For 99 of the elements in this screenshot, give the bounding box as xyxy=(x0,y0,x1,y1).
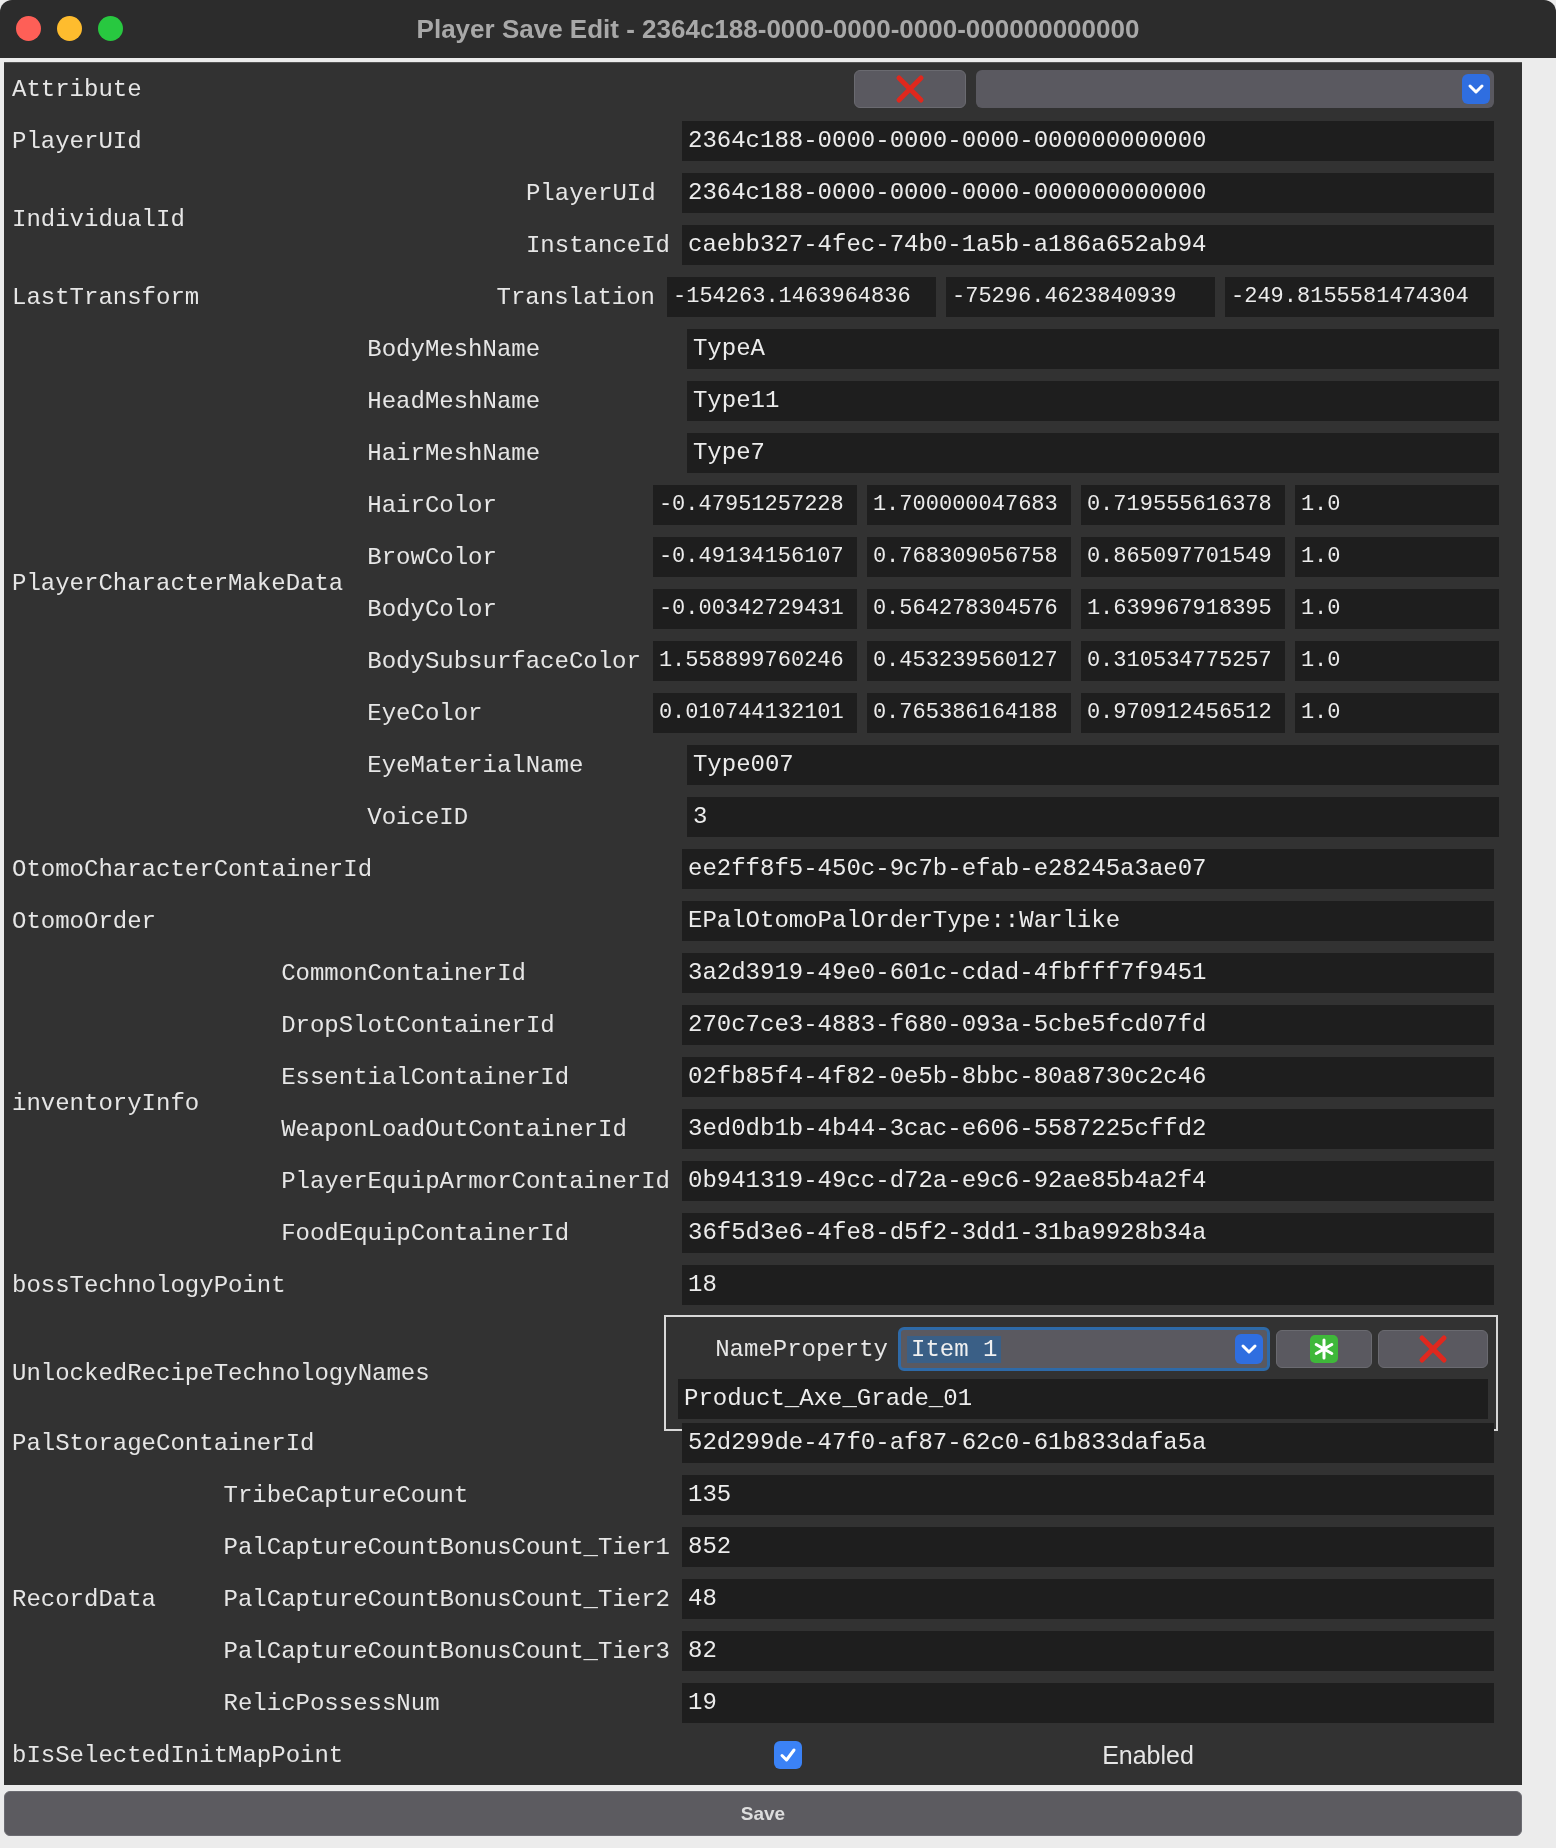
text-field[interactable]: 02fb85f4-4f82-0e5b-8bbc-80a8730c2c46 xyxy=(682,1057,1494,1097)
text-field[interactable]: 852 xyxy=(682,1527,1494,1567)
field-label: VoiceID xyxy=(367,803,470,831)
text-field[interactable]: 0.765386164188 xyxy=(866,693,1071,733)
text-field[interactable]: 1.0 xyxy=(1294,537,1499,577)
text-field[interactable]: ee2ff8f5-450c-9c7b-efab-e28245a3ae07 xyxy=(682,849,1494,889)
text-field[interactable]: -154263.1463964836 xyxy=(667,277,936,317)
checkbox[interactable] xyxy=(774,1741,802,1769)
field-label: UnlockedRecipeTechnologyNames xyxy=(12,1359,431,1387)
group-label: RecordData xyxy=(12,1585,157,1613)
chevron-down-icon xyxy=(1235,1334,1263,1364)
text-field[interactable]: 1.639967918395 xyxy=(1080,589,1285,629)
text-field[interactable]: 18 xyxy=(682,1265,1494,1305)
field-label: EyeColor xyxy=(367,699,484,727)
text-field[interactable]: -0.47951257228 xyxy=(652,485,857,525)
text-field[interactable]: -0.00342729431 xyxy=(652,589,857,629)
group-label: LastTransform xyxy=(12,283,200,311)
save-button[interactable]: Save xyxy=(4,1791,1522,1836)
text-field[interactable]: 1.0 xyxy=(1294,589,1499,629)
field-label: PalCaptureCountBonusCount_Tier3 xyxy=(223,1637,670,1665)
text-field[interactable]: 2364c188-0000-0000-0000-000000000000 xyxy=(682,121,1494,161)
field-label: Attribute xyxy=(12,75,143,103)
field-label: InstanceId xyxy=(525,231,670,259)
text-field[interactable]: 36f5d3e6-4fe8-d5f2-3dd1-31ba9928b34a xyxy=(682,1213,1494,1253)
field-label: PalCaptureCountBonusCount_Tier2 xyxy=(223,1585,670,1613)
text-field[interactable]: 0b941319-49cc-d72a-e9c6-92ae85b4a2f4 xyxy=(682,1161,1494,1201)
window-title: Player Save Edit - 2364c188-0000-0000-0000-000000000000 xyxy=(416,13,1140,44)
group-label: PlayerCharacterMakeData xyxy=(12,569,344,597)
field-label: BodyMeshName xyxy=(367,335,542,363)
field-label: EyeMaterialName xyxy=(367,751,585,779)
text-field[interactable]: 52d299de-47f0-af87-62c0-61b833dafa5a xyxy=(682,1423,1494,1463)
text-field[interactable]: -0.49134156107 xyxy=(652,537,857,577)
field-label: WeaponLoadOutContainerId xyxy=(281,1115,628,1143)
text-field[interactable]: 0.768309056758 xyxy=(866,537,1071,577)
text-field[interactable]: 19 xyxy=(682,1683,1494,1723)
text-field[interactable]: 0.970912456512 xyxy=(1080,693,1285,733)
text-field[interactable]: 0.719555616378 xyxy=(1080,485,1285,525)
text-field[interactable]: Type007 xyxy=(686,745,1499,785)
text-field[interactable]: 3a2d3919-49e0-601c-cdad-4fbfff7f9451 xyxy=(682,953,1494,993)
text-field[interactable]: 82 xyxy=(682,1631,1494,1671)
x-mark-icon xyxy=(895,74,925,104)
field-label: PlayerUId xyxy=(12,127,143,155)
text-field[interactable]: 48 xyxy=(682,1579,1494,1619)
text-field[interactable]: Type11 xyxy=(686,381,1499,421)
field-label: bossTechnologyPoint xyxy=(12,1271,287,1299)
zoom-button[interactable] xyxy=(98,16,123,41)
minimize-button[interactable] xyxy=(57,16,82,41)
field-label: HairMeshName xyxy=(367,439,542,467)
item-dropdown[interactable]: Item 1 xyxy=(898,1327,1270,1371)
field-label: HairColor xyxy=(367,491,498,519)
field-label: OtomoOrder xyxy=(12,907,158,935)
text-field[interactable]: EPalOtomoPalOrderType::Warlike xyxy=(682,901,1494,941)
field-label: NameProperty xyxy=(715,1335,888,1363)
field-label: BodyColor xyxy=(367,595,498,623)
text-field[interactable]: 3 xyxy=(686,797,1499,837)
field-label: PalStorageContainerId xyxy=(12,1429,316,1457)
x-mark-icon xyxy=(1418,1334,1448,1364)
text-field[interactable]: 0.865097701549 xyxy=(1080,537,1285,577)
field-label: EssentialContainerId xyxy=(281,1063,571,1091)
close-button[interactable] xyxy=(16,16,41,41)
text-field[interactable]: 270c7ce3-4883-f680-093a-5cbe5fcd07fd xyxy=(682,1005,1494,1045)
text-field[interactable]: 2364c188-0000-0000-0000-000000000000 xyxy=(682,173,1494,213)
text-field[interactable]: 1.558899760246 xyxy=(652,641,857,681)
chevron-down-icon xyxy=(1462,74,1490,104)
text-field[interactable]: caebb327-4fec-74b0-1a5b-a186a652ab94 xyxy=(682,225,1494,265)
state-label: Enabled xyxy=(1102,1740,1194,1769)
field-label: BodySubsurfaceColor xyxy=(367,647,641,675)
field-label: PlayerEquipArmorContainerId xyxy=(281,1167,670,1195)
text-field[interactable]: 0.453239560127 xyxy=(866,641,1071,681)
group-label: IndividualId xyxy=(12,205,185,233)
text-field[interactable]: -249.8155581474304 xyxy=(1225,277,1494,317)
asterisk-icon xyxy=(1310,1335,1338,1363)
field-label: bIsSelectedInitMapPoint xyxy=(12,1741,345,1769)
field-label: RelicPossessNum xyxy=(223,1689,441,1717)
text-field[interactable]: 1.0 xyxy=(1294,693,1499,733)
field-label: CommonContainerId xyxy=(281,959,527,987)
add-button[interactable] xyxy=(1276,1330,1372,1368)
text-field[interactable]: 0.010744132101 xyxy=(652,693,857,733)
field-label: Translation xyxy=(496,283,655,311)
field-label: OtomoCharacterContainerId xyxy=(12,855,374,883)
text-field[interactable]: 1.0 xyxy=(1294,485,1499,525)
field-label: PlayerUId xyxy=(525,179,657,207)
field-label: PalCaptureCountBonusCount_Tier1 xyxy=(223,1533,670,1561)
text-field[interactable]: 3ed0db1b-4b44-3cac-e606-5587225cffd2 xyxy=(682,1109,1494,1149)
text-field[interactable]: Type7 xyxy=(686,433,1499,473)
group-label: inventoryInfo xyxy=(12,1089,200,1117)
text-field[interactable]: -75296.4623840939 xyxy=(946,277,1215,317)
text-field[interactable]: 0.564278304576 xyxy=(866,589,1071,629)
text-field[interactable]: Product_Axe_Grade_01 xyxy=(678,1379,1488,1419)
text-field[interactable]: TypeA xyxy=(686,329,1499,369)
text-field[interactable]: 135 xyxy=(682,1475,1494,1515)
text-field[interactable]: 1.700000047683 xyxy=(866,485,1071,525)
field-label: DropSlotContainerId xyxy=(281,1011,556,1039)
field-label: HeadMeshName xyxy=(367,387,542,415)
text-field[interactable]: 0.310534775257 xyxy=(1080,641,1285,681)
field-label: TribeCaptureCount xyxy=(223,1481,470,1509)
text-field[interactable]: 1.0 xyxy=(1294,641,1499,681)
field-label: FoodEquipContainerId xyxy=(281,1219,571,1247)
field-label: BrowColor xyxy=(367,543,498,571)
